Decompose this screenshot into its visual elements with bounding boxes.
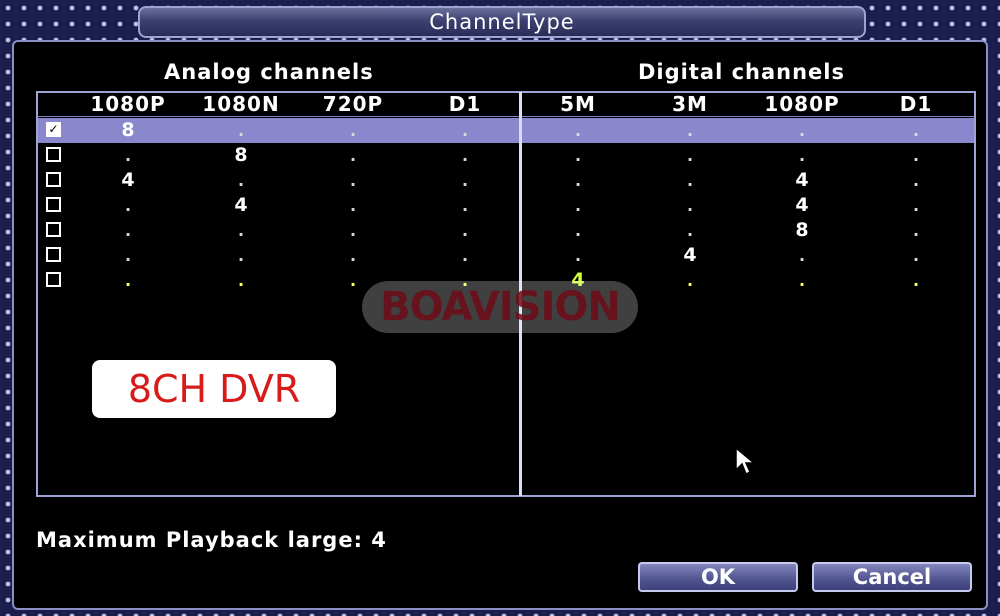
boavision-watermark: BOAVISION	[362, 281, 638, 333]
analog-col-1080n: 1080N	[202, 92, 280, 116]
cell: .	[912, 271, 920, 290]
header-separator	[38, 116, 974, 117]
table-row[interactable]: . . . . . 4 . .	[38, 243, 974, 268]
dialog-title: ChannelType	[429, 10, 575, 34]
cell: .	[912, 146, 920, 165]
cell: .	[798, 246, 806, 265]
mouse-pointer-icon	[735, 446, 756, 476]
8ch-dvr-badge: 8CH DVR	[92, 360, 336, 418]
analog-col-d1: D1	[448, 92, 482, 116]
cell: .	[349, 121, 357, 140]
row-checkbox[interactable]	[46, 222, 61, 237]
analog-col-1080p: 1080P	[90, 92, 166, 116]
cell: 4	[121, 169, 135, 191]
dialog-title-bar: ChannelType	[138, 6, 866, 38]
cell: .	[349, 146, 357, 165]
digital-col-3m: 3M	[672, 92, 708, 116]
cell: .	[798, 271, 806, 290]
cell: .	[349, 271, 357, 290]
table-row[interactable]: ✓ 8 . . . . . . .	[38, 118, 974, 143]
cell: 8	[121, 119, 135, 141]
row-checkbox[interactable]	[46, 147, 61, 162]
cell: .	[124, 271, 132, 290]
digital-channels-heading: Digital channels	[638, 60, 845, 84]
cell: 4	[683, 244, 697, 266]
cell: .	[349, 196, 357, 215]
cell: .	[461, 171, 469, 190]
cell: .	[237, 246, 245, 265]
cell: .	[461, 121, 469, 140]
cell: 4	[795, 194, 809, 216]
cell: .	[798, 121, 806, 140]
cell: .	[574, 221, 582, 240]
ok-button[interactable]: OK	[638, 562, 798, 592]
cell: .	[574, 146, 582, 165]
cell: .	[686, 171, 694, 190]
cell: .	[686, 196, 694, 215]
cell: .	[237, 121, 245, 140]
table-row[interactable]: . 8 . . . . . .	[38, 143, 974, 168]
row-checkbox[interactable]	[46, 247, 61, 262]
cell: .	[574, 121, 582, 140]
cell: .	[686, 121, 694, 140]
cell: .	[124, 196, 132, 215]
cell: .	[686, 271, 694, 290]
cell: .	[461, 246, 469, 265]
cell: 4	[234, 194, 248, 216]
cell: .	[349, 221, 357, 240]
digital-col-1080p: 1080P	[764, 92, 840, 116]
row-checkbox[interactable]: ✓	[46, 122, 61, 137]
digital-col-5m: 5M	[560, 92, 596, 116]
cell: .	[461, 196, 469, 215]
cell: .	[349, 171, 357, 190]
max-playback-label: Maximum Playback large: 4	[36, 528, 387, 552]
cell: .	[798, 146, 806, 165]
cell: .	[912, 196, 920, 215]
cell: .	[124, 246, 132, 265]
table-row[interactable]: 4 . . . . . 4 .	[38, 168, 974, 193]
analog-channels-heading: Analog channels	[164, 60, 374, 84]
cell: .	[912, 121, 920, 140]
cell: .	[461, 146, 469, 165]
table-row[interactable]: . 4 . . . . 4 .	[38, 193, 974, 218]
cell: .	[686, 221, 694, 240]
row-checkbox[interactable]	[46, 172, 61, 187]
analog-col-720p: 720P	[322, 92, 384, 116]
cell: .	[124, 146, 132, 165]
cell: .	[461, 221, 469, 240]
cell: .	[686, 146, 694, 165]
cell: .	[574, 196, 582, 215]
row-checkbox[interactable]	[46, 197, 61, 212]
cell: 8	[795, 219, 809, 241]
cell: .	[237, 171, 245, 190]
cell: .	[912, 246, 920, 265]
cell: .	[237, 271, 245, 290]
cancel-button[interactable]: Cancel	[812, 562, 972, 592]
cell: .	[912, 171, 920, 190]
row-checkbox[interactable]	[46, 272, 61, 287]
cell: 4	[795, 169, 809, 191]
cell: 8	[234, 144, 248, 166]
digital-col-d1: D1	[899, 92, 933, 116]
cell: .	[349, 246, 357, 265]
cell: .	[124, 221, 132, 240]
cell: .	[237, 221, 245, 240]
cell: .	[574, 171, 582, 190]
cell: .	[574, 246, 582, 265]
cell: .	[912, 221, 920, 240]
table-row[interactable]: . . . . . . 8 .	[38, 218, 974, 243]
